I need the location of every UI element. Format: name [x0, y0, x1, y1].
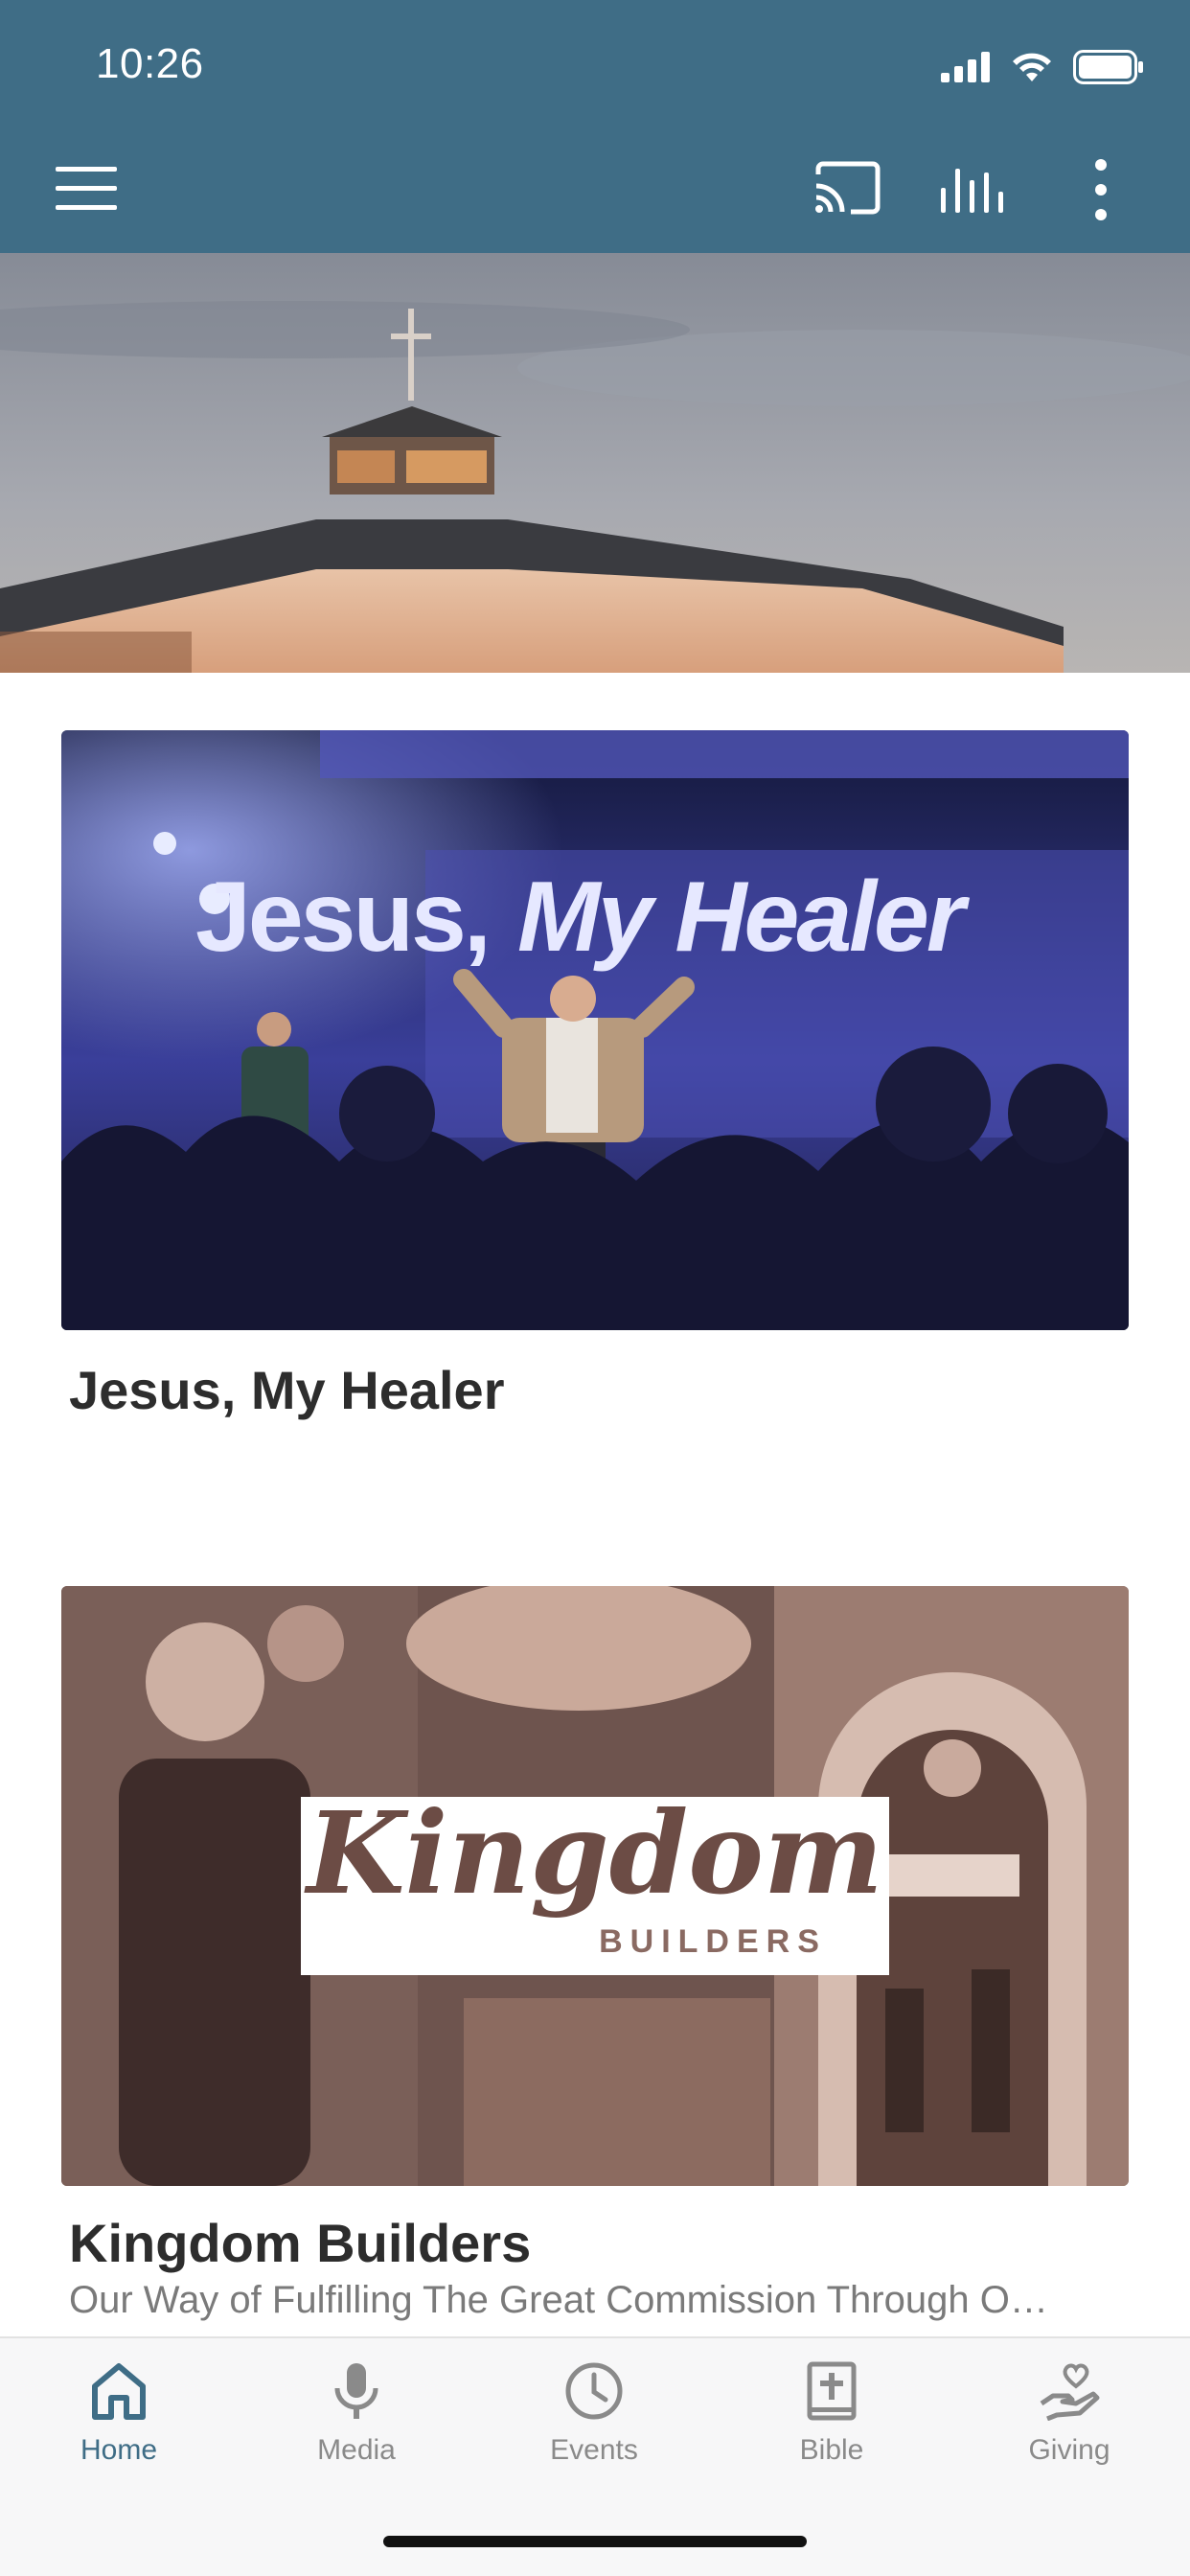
more-vertical-icon [1095, 159, 1107, 220]
status-icons [941, 50, 1144, 84]
battery-icon [1073, 50, 1143, 84]
bible-icon [807, 2361, 857, 2421]
tab-media[interactable]: Media [261, 2361, 452, 2496]
status-time: 10:26 [96, 40, 204, 87]
kingdom-builders-subtitle: Our Way of Fulfilling The Great Commissi… [69, 2279, 1048, 2321]
image-headline-jesus: Jesus, [195, 862, 489, 973]
menu-button[interactable] [54, 163, 121, 215]
audio-button[interactable] [937, 159, 1006, 217]
tab-bible[interactable]: Bible [736, 2361, 927, 2496]
tab-home-label: Home [80, 2434, 158, 2466]
more-options-button[interactable] [1077, 155, 1125, 224]
tab-bible-label: Bible [799, 2434, 864, 2466]
tab-media-label: Media [317, 2434, 396, 2466]
hamburger-menu-icon [56, 167, 117, 210]
tab-events-label: Events [550, 2434, 638, 2466]
tab-giving-label: Giving [1028, 2434, 1110, 2466]
tab-giving[interactable]: Giving [973, 2361, 1165, 2496]
home-indicator[interactable] [383, 2536, 807, 2547]
giving-heart-hand-icon [1040, 2363, 1100, 2421]
equalizer-icon [941, 169, 1003, 213]
sermon-card-image[interactable]: Jesus, My Healer [61, 730, 1129, 1330]
cast-icon [815, 161, 881, 215]
cellular-signal-icon [941, 52, 990, 82]
microphone-icon [334, 2363, 378, 2419]
clock-icon [565, 2362, 623, 2420]
kingdom-logo-script: Kingdom [304, 1786, 883, 1920]
hero-church-image [0, 253, 1190, 673]
kingdom-builders-card-image[interactable]: Kingdom BUILDERS [61, 1586, 1129, 2186]
app-header: 10:26 [0, 0, 1190, 253]
image-headline-my-healer: My Healer [517, 862, 971, 973]
sermon-card-title[interactable]: Jesus, My Healer [69, 1359, 504, 1421]
builders-logo-text: BUILDERS [599, 1923, 827, 1960]
wifi-icon [1013, 53, 1051, 81]
tab-events[interactable]: Events [498, 2361, 690, 2496]
home-icon [92, 2363, 146, 2420]
cast-button[interactable] [812, 159, 881, 217]
tab-home[interactable]: Home [23, 2361, 215, 2496]
kingdom-builders-title[interactable]: Kingdom Builders [69, 2212, 531, 2274]
